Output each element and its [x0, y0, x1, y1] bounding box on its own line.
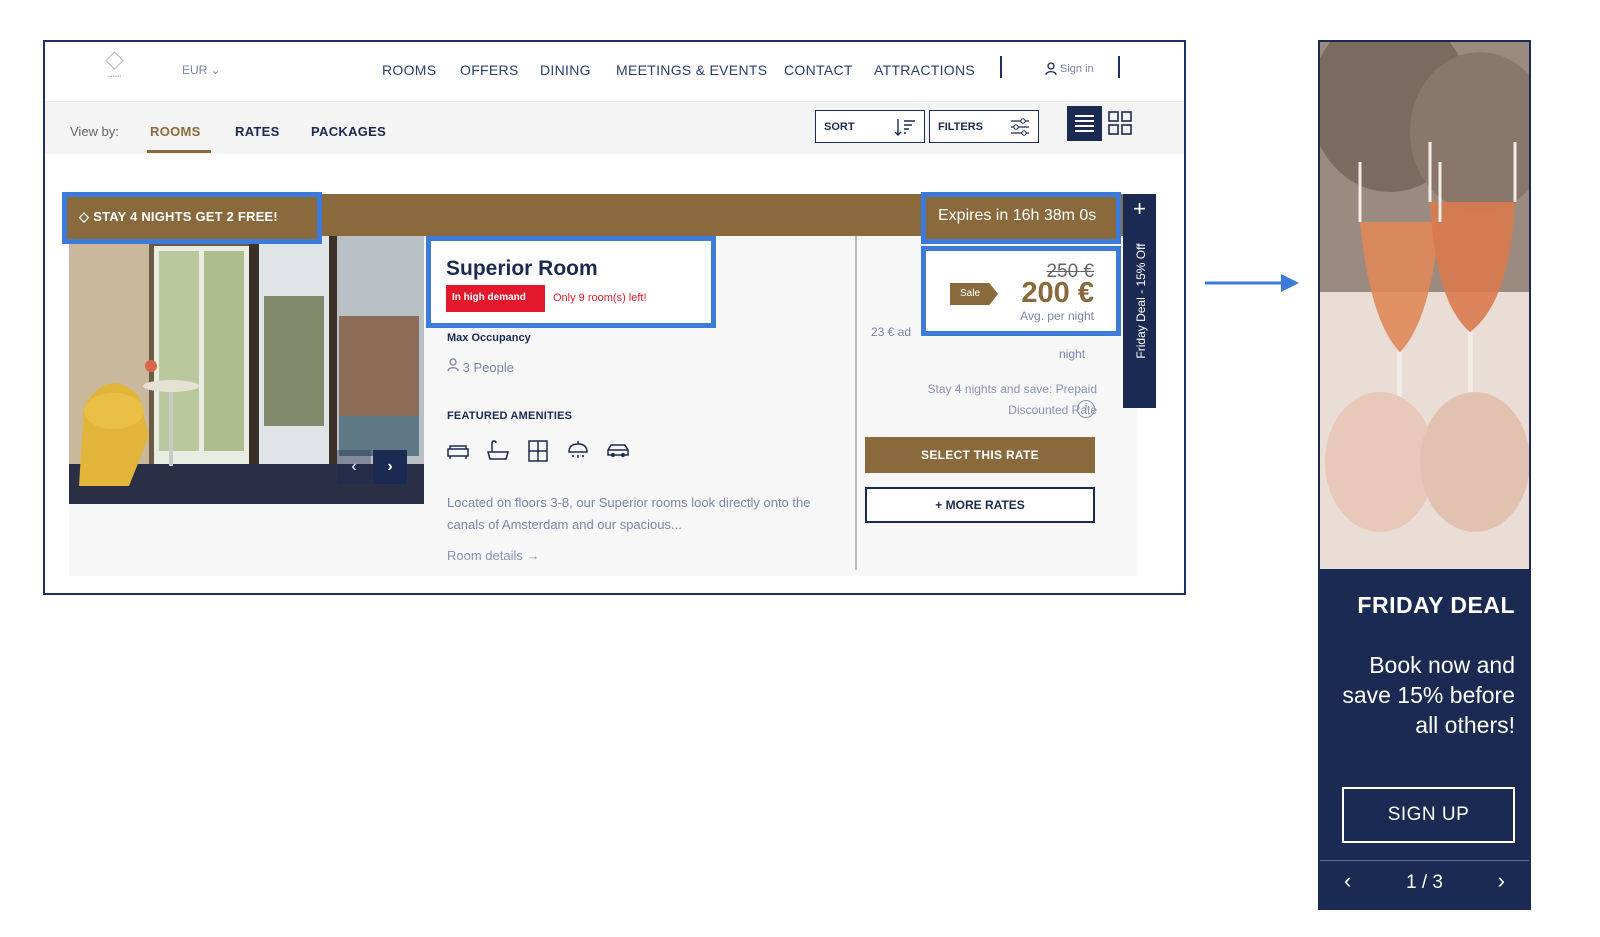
panel-divider — [1320, 860, 1529, 861]
nav-attractions[interactable]: ATTRACTIONS — [874, 62, 975, 78]
price-box: 250 € Sale 200 € Avg. per night — [921, 246, 1121, 336]
sale-tag: Sale — [950, 283, 998, 305]
nav-dining[interactable]: DINING — [540, 62, 591, 78]
friday-deal-panel: FRIDAY DEAL Book now and save 15% before… — [1318, 40, 1531, 910]
tag-icon: ◇ — [79, 209, 90, 224]
plus-icon[interactable]: + — [1123, 196, 1156, 222]
grid-icon — [1108, 111, 1132, 135]
tab-rooms[interactable]: ROOMS — [150, 124, 201, 139]
nav-rooms[interactable]: ROOMS — [382, 62, 436, 78]
friday-deal-text: Book now and save 15% before all others! — [1342, 652, 1515, 738]
expires-countdown: Expires in 16h 38m 0s — [921, 192, 1121, 244]
booking-page-frame: ▪▪▪▪▪▪ EUR ⌄ ROOMS OFFERS DINING MEETING… — [43, 40, 1186, 595]
bathtub-icon — [487, 440, 509, 460]
person-icon — [447, 358, 459, 372]
view-by-bar: View by: ROOMS RATES PACKAGES SORT FILTE… — [45, 102, 1184, 154]
champagne-image — [1320, 42, 1529, 569]
friday-deal-tab[interactable]: + Friday Deal - 15% Off — [1123, 194, 1156, 408]
high-demand-badge: In high demand — [446, 285, 545, 312]
room-description: Located on floors 3-8, our Superior room… — [447, 495, 811, 532]
room-title[interactable]: Superior Room — [446, 257, 598, 281]
promo-badge-text: STAY 4 NIGHTS GET 2 FREE! — [93, 209, 278, 224]
tab-packages[interactable]: PACKAGES — [311, 124, 386, 139]
sign-up-button[interactable]: SIGN UP — [1342, 787, 1515, 843]
carousel-next-icon[interactable]: › — [1498, 868, 1505, 894]
tab-rates[interactable]: RATES — [235, 124, 280, 139]
select-rate-button[interactable]: SELECT THIS RATE — [865, 437, 1095, 473]
shower-icon — [568, 441, 588, 458]
nav-meetings-events[interactable]: MEETINGS & EVENTS — [616, 62, 767, 78]
extra-fee-text-cont: night — [1059, 347, 1086, 361]
active-tab-underline — [147, 150, 211, 153]
nav-separator — [1118, 56, 1120, 78]
car-icon — [607, 444, 629, 457]
sort-icon — [894, 119, 915, 136]
user-icon — [1045, 62, 1057, 76]
amenities-label: FEATURED AMENITIES — [447, 410, 573, 422]
more-rates-button[interactable]: + MORE RATES — [865, 487, 1095, 523]
view-by-label: View by: — [70, 124, 119, 139]
sofa-icon — [447, 445, 469, 459]
currency-selector[interactable]: EUR ⌄ — [182, 63, 221, 77]
grid-view-button[interactable] — [1107, 110, 1133, 136]
column-divider — [855, 236, 857, 570]
room-details-link[interactable]: Room details → — [447, 548, 539, 563]
friday-deal-title: FRIDAY DEAL — [1357, 592, 1515, 618]
rate-description: Stay 4 nights and save: Prepaid Discount… — [927, 382, 1097, 417]
filters-button[interactable]: FILTERS — [929, 110, 1039, 143]
nav-offers[interactable]: OFFERS — [460, 62, 519, 78]
sign-in-link[interactable]: Sign in — [1045, 62, 1094, 76]
nav-separator — [1000, 56, 1002, 78]
list-icon — [1075, 115, 1094, 132]
arrow-right-icon — [1205, 274, 1299, 292]
avg-per-night-label: Avg. per night — [1020, 309, 1094, 323]
list-view-button[interactable] — [1067, 106, 1102, 141]
photo-prev-arrow[interactable]: ‹ — [337, 450, 371, 484]
extra-fee-text: 23 € ad — [871, 325, 912, 339]
room-header: Superior Room In high demand Only 9 room… — [426, 236, 716, 328]
hotel-logo[interactable]: ▪▪▪▪▪▪ — [97, 51, 133, 90]
champagne-photo — [1320, 42, 1529, 569]
promo-badge: ◇ STAY 4 NIGHTS GET 2 FREE! — [62, 192, 322, 244]
photo-next-arrow[interactable]: › — [373, 450, 407, 484]
info-icon[interactable]: i — [1077, 400, 1095, 418]
window-view-icon — [528, 440, 548, 462]
filter-sliders-icon — [1011, 118, 1029, 136]
sale-price: 200 € — [1021, 277, 1094, 309]
nav-contact[interactable]: CONTACT — [784, 62, 853, 78]
occupancy-label: Max Occupancy — [447, 332, 531, 344]
occupancy-value: 3 People — [447, 358, 514, 375]
sort-button[interactable]: SORT — [815, 110, 925, 143]
friday-deal-tab-label: Friday Deal - 15% Off — [1134, 243, 1148, 359]
top-navigation: ▪▪▪▪▪▪ EUR ⌄ ROOMS OFFERS DINING MEETING… — [45, 42, 1184, 102]
room-photo[interactable]: ‹ › — [69, 236, 424, 504]
rooms-left-text: Only 9 room(s) left! — [553, 292, 647, 304]
